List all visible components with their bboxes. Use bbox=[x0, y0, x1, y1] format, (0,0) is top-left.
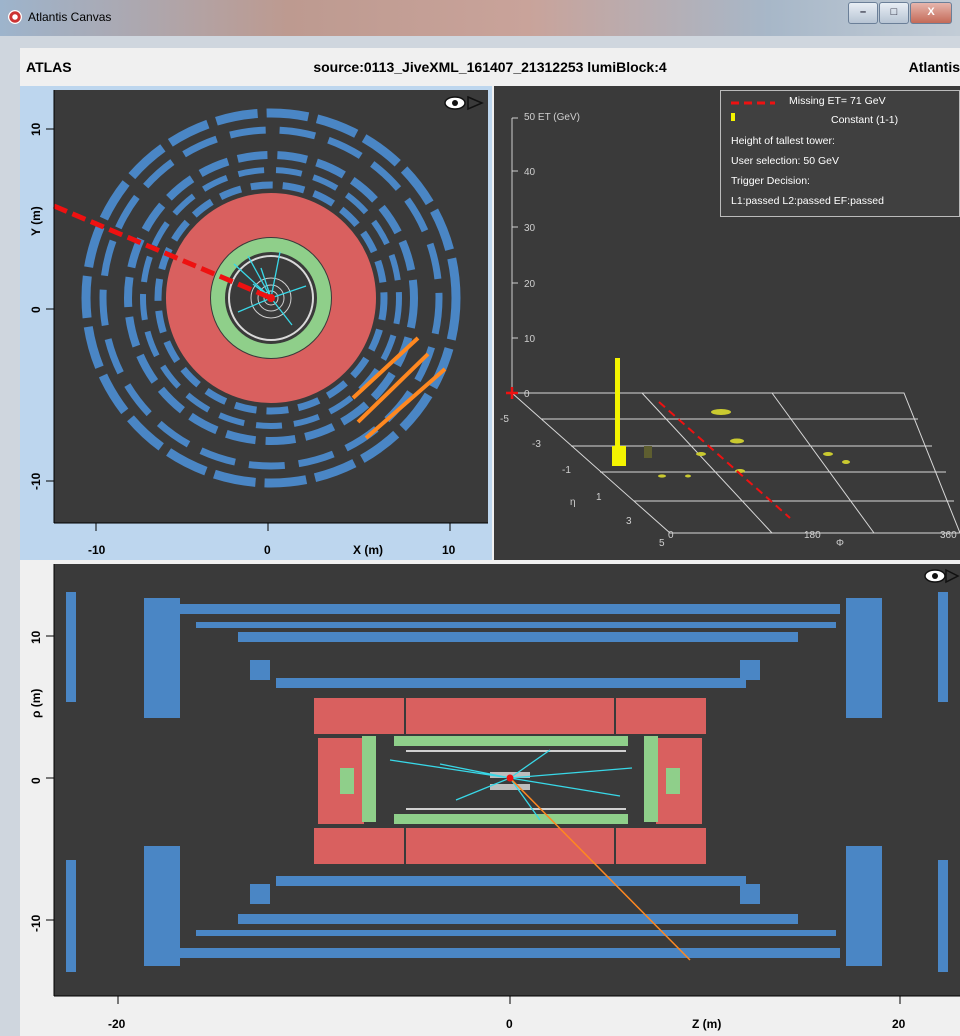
lego-phi-tick-0: 0 bbox=[668, 530, 674, 541]
lego-et-tick-10: 10 bbox=[524, 334, 536, 345]
xy-view[interactable]: 10 0 -10 Y (m) -10 0 10 X (m) bbox=[20, 86, 492, 560]
lego-eta-label: η bbox=[570, 497, 576, 508]
rz-y-tick-mid: 0 bbox=[29, 777, 43, 784]
legend-trigger-result: L1:passed L2:passed EF:passed bbox=[731, 195, 884, 207]
minimize-button[interactable]: – bbox=[848, 2, 878, 24]
lego-et-tick-20: 20 bbox=[524, 279, 536, 290]
window-titlebar: Atlantis Canvas – □ X bbox=[0, 0, 960, 36]
legend-trigger-decision: Trigger Decision: bbox=[731, 175, 810, 187]
program-label: Atlantis bbox=[908, 59, 960, 75]
constant-legend-swatch bbox=[731, 113, 735, 121]
rz-y-axis-label: ρ (m) bbox=[29, 689, 43, 718]
xy-x-tick-left: -10 bbox=[88, 543, 106, 557]
rz-y-tick-bottom: -10 bbox=[29, 914, 43, 932]
maximize-button[interactable]: □ bbox=[879, 2, 909, 24]
lego-eta-tick-1: 1 bbox=[596, 492, 602, 503]
lego-et-label: 50 ET (GeV) bbox=[524, 112, 580, 123]
legend-constant: Constant (1-1) bbox=[831, 114, 899, 126]
lego-eta-tick-m1: -1 bbox=[562, 465, 571, 476]
lego-phi-tick-180: 180 bbox=[804, 530, 821, 541]
lego-eta-tick-3: 3 bbox=[626, 516, 632, 527]
xy-y-tick-mid: 0 bbox=[29, 306, 43, 313]
close-button[interactable]: X bbox=[910, 2, 952, 24]
lego-eta-tick-m3: -3 bbox=[532, 439, 541, 450]
rz-x-axis-label: Z (m) bbox=[692, 1017, 721, 1031]
atlantis-app-icon bbox=[8, 10, 22, 24]
lego-et-tick-30: 30 bbox=[524, 223, 536, 234]
lego-et-tick-0: 0 bbox=[524, 389, 530, 400]
event-source-label: source:0113_JiveXML_161407_21312253 lumi… bbox=[313, 59, 667, 75]
xy-x-axis-label: X (m) bbox=[353, 543, 383, 557]
legend-tallest-tower: Height of tallest tower: bbox=[731, 135, 835, 147]
xy-plot-area[interactable] bbox=[54, 90, 488, 523]
rz-x-tick-mid: 0 bbox=[506, 1017, 513, 1031]
xy-y-tick-top: 10 bbox=[29, 122, 43, 136]
rz-y-tick-top: 10 bbox=[29, 630, 43, 644]
lego-eta-tick-m5: -5 bbox=[500, 414, 509, 425]
xy-x-tick-right: 10 bbox=[442, 543, 456, 557]
lego-phi-label: Φ bbox=[836, 538, 844, 549]
xy-x-tick-mid: 0 bbox=[264, 543, 271, 557]
event-header: ATLAS source:0113_JiveXML_161407_2131225… bbox=[20, 48, 960, 87]
lego-et-tick-40: 40 bbox=[524, 167, 536, 178]
xy-y-axis-label: Y (m) bbox=[29, 206, 43, 236]
legend-missing-et: Missing ET= 71 GeV bbox=[789, 95, 886, 107]
lego-legend: Missing ET= 71 GeV Constant (1-1) Height… bbox=[720, 90, 960, 217]
rz-x-tick-right: 20 bbox=[892, 1017, 906, 1031]
legend-user-selection: User selection: 50 GeV bbox=[731, 155, 839, 167]
missing-et-legend-swatch bbox=[731, 101, 775, 105]
window-title: Atlantis Canvas bbox=[28, 10, 112, 24]
xy-y-tick-bottom: -10 bbox=[29, 472, 43, 490]
rz-view[interactable]: 10 0 -10 ρ (m) -20 0 20 Z (m) bbox=[20, 560, 960, 1036]
rz-x-tick-left: -20 bbox=[108, 1017, 126, 1031]
lego-phi-tick-360: 360 bbox=[940, 530, 957, 541]
lego-eta-tick-5: 5 bbox=[659, 538, 665, 549]
